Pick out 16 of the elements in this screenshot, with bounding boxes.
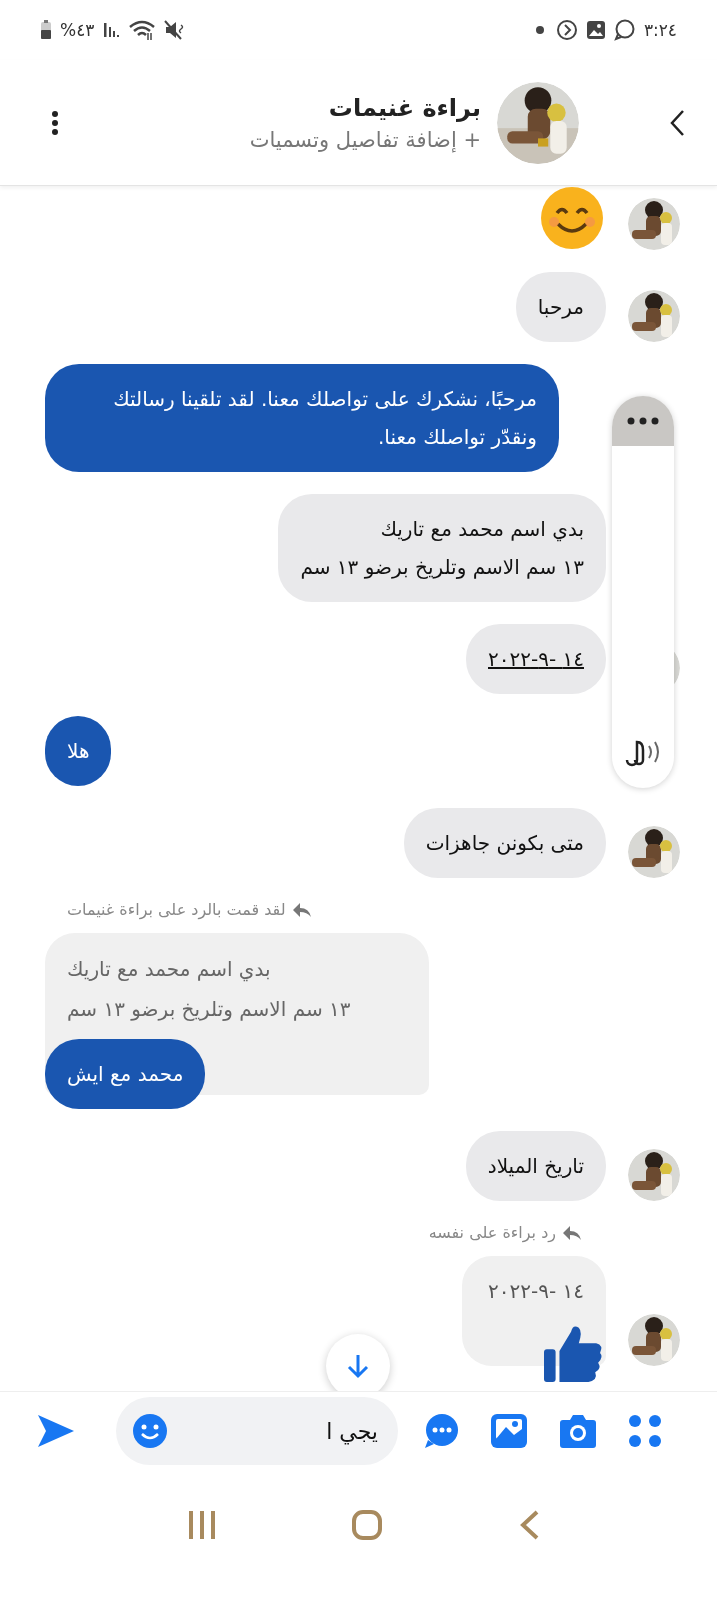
message-bubble: هلا: [45, 716, 112, 786]
clock-time: ٣:٢٤: [643, 20, 677, 40]
message-bubble: مرحبًا، نشكرك على تواصلك معنا. لقد تلقينا رسالتك ونقدّر تواصلك معنا.: [45, 364, 559, 472]
reply-label: لقد قمت بالرد على براءة غنيمات: [67, 900, 286, 919]
message-bubble: تاريخ الميلاد: [465, 1131, 606, 1201]
message-bubble: ١٤ -٩-٢٠٢٢: [462, 1256, 606, 1366]
message-bubble: متى بكونن جاهزات: [403, 808, 606, 878]
battery-percentage: %٤٣: [60, 20, 95, 40]
reply-label: رد براءة على نفسه: [428, 1223, 556, 1242]
message-bubble: محمد مع ايش: [45, 1039, 206, 1109]
message-bubble: بدي اسم محمد مع تاريك ١٣ سم الاسم وتلريخ برضو ١٣ سم: [278, 494, 606, 602]
message-bubble: ١٤ -٩-٢٠٢٢: [466, 624, 606, 694]
add-details-link[interactable]: + إضافة تفاصيل وتسميات: [249, 127, 481, 152]
message-field[interactable]: يجي ا: [116, 1397, 398, 1465]
contact-name: براءة غنيمات: [328, 93, 481, 122]
message-bubble: مرحبا: [515, 272, 606, 342]
